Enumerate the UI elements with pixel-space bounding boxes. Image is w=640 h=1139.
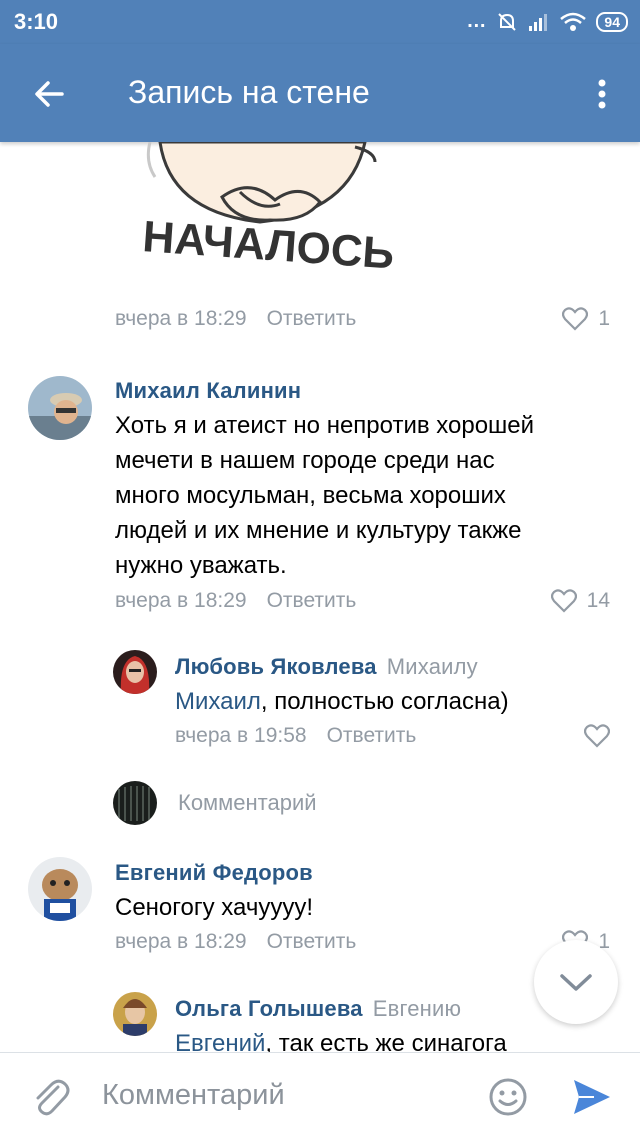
app-bar: Запись на стене <box>0 44 640 142</box>
reply-to[interactable]: Михаилу <box>387 654 478 679</box>
comment-text-body: , полностью согласна) <box>260 688 509 715</box>
heart-icon <box>550 589 577 613</box>
scroll-down-button[interactable] <box>534 940 618 1024</box>
comment-text-line: мечети в нашем городе среди нас <box>115 447 495 474</box>
arrow-left-icon <box>35 81 64 107</box>
mute-icon <box>498 12 517 31</box>
comment-text-line: нужно уважать. <box>115 552 287 579</box>
comment-text-line: много мосульман, весьма хороших <box>115 482 506 509</box>
like-count: 14 <box>586 589 610 612</box>
comment-meta: вчера в 19:58 Ответить <box>175 724 416 748</box>
battery-indicator: 94 <box>596 11 628 32</box>
like-button[interactable]: 1 <box>562 307 610 331</box>
comment-author: Ольга Голышева Евгению <box>175 996 461 1022</box>
attach-button[interactable] <box>30 1075 70 1119</box>
chevron-down-icon <box>560 974 592 991</box>
more-vertical-icon <box>598 79 606 109</box>
comment-text-line: Хоть я и атеист но непротив хорошей <box>115 412 535 439</box>
comment-text-line: людей и их мнение и культуру также <box>115 517 522 544</box>
status-icons: … 94 <box>466 10 628 33</box>
like-button[interactable] <box>584 724 610 748</box>
reply-button[interactable]: Ответить <box>267 589 357 612</box>
send-button[interactable] <box>570 1075 614 1119</box>
more-button[interactable] <box>592 74 612 114</box>
comment-meta: вчера в 18:29 Ответить <box>115 589 356 613</box>
comment-author[interactable]: Михаил Калинин <box>115 378 301 404</box>
mention-link[interactable]: Михаил <box>175 688 261 715</box>
status-bar: 3:10 … 94 <box>0 0 640 44</box>
dots-icon: … <box>466 10 487 32</box>
back-button[interactable] <box>28 74 72 114</box>
reply-button[interactable]: Ответить <box>327 724 417 747</box>
sticker-image[interactable]: НАЧАЛОСЬ <box>130 140 410 292</box>
comment-time: вчера в 18:29 <box>115 930 247 953</box>
avatar[interactable] <box>28 376 92 440</box>
status-time: 3:10 <box>14 9 59 34</box>
reply-button[interactable]: Ответить <box>267 307 357 330</box>
send-icon <box>574 1080 610 1114</box>
smile-icon <box>489 1078 527 1116</box>
comment-meta: вчера в 18:29 Ответить <box>115 307 356 331</box>
heart-icon <box>584 724 610 748</box>
comment-text: Сеногогу хачуууу! <box>115 894 313 921</box>
page-title: Запись на стене <box>128 74 370 110</box>
comment-time: вчера в 19:58 <box>175 724 307 747</box>
comment-author: Любовь Яковлева Михаилу <box>175 654 478 680</box>
wifi-icon <box>560 12 587 31</box>
sticker-caption: НАЧАЛОСЬ <box>141 212 396 278</box>
comment-meta: вчера в 18:29 Ответить <box>115 930 356 954</box>
reply-to[interactable]: Евгению <box>373 996 461 1021</box>
comment-time: вчера в 18:29 <box>115 589 247 612</box>
comment-author[interactable]: Евгений Федоров <box>115 860 313 886</box>
avatar[interactable] <box>28 857 92 921</box>
reply-button[interactable]: Ответить <box>267 930 357 953</box>
like-button[interactable]: 14 <box>550 589 610 613</box>
comment-author-name[interactable]: Любовь Яковлева <box>175 654 377 679</box>
comment-time: вчера в 18:29 <box>115 307 247 330</box>
comment-author-name[interactable]: Ольга Голышева <box>175 996 363 1021</box>
signal-icon <box>529 13 548 31</box>
reply-comment-input[interactable]: Комментарий <box>178 790 317 816</box>
emoji-button[interactable] <box>488 1077 528 1117</box>
avatar[interactable] <box>113 650 157 694</box>
avatar[interactable] <box>113 992 157 1036</box>
like-count: 1 <box>598 307 610 330</box>
heart-icon <box>562 307 589 331</box>
paperclip-icon <box>36 1079 70 1116</box>
comment-text: Хоть я и атеист но непротив хорошей мече… <box>115 408 534 583</box>
comment-text: Михаил, полностью согласна) <box>175 684 509 719</box>
comment-composer: Комментарий <box>0 1052 640 1139</box>
comment-input[interactable]: Комментарий <box>102 1079 285 1112</box>
my-avatar <box>113 781 157 825</box>
